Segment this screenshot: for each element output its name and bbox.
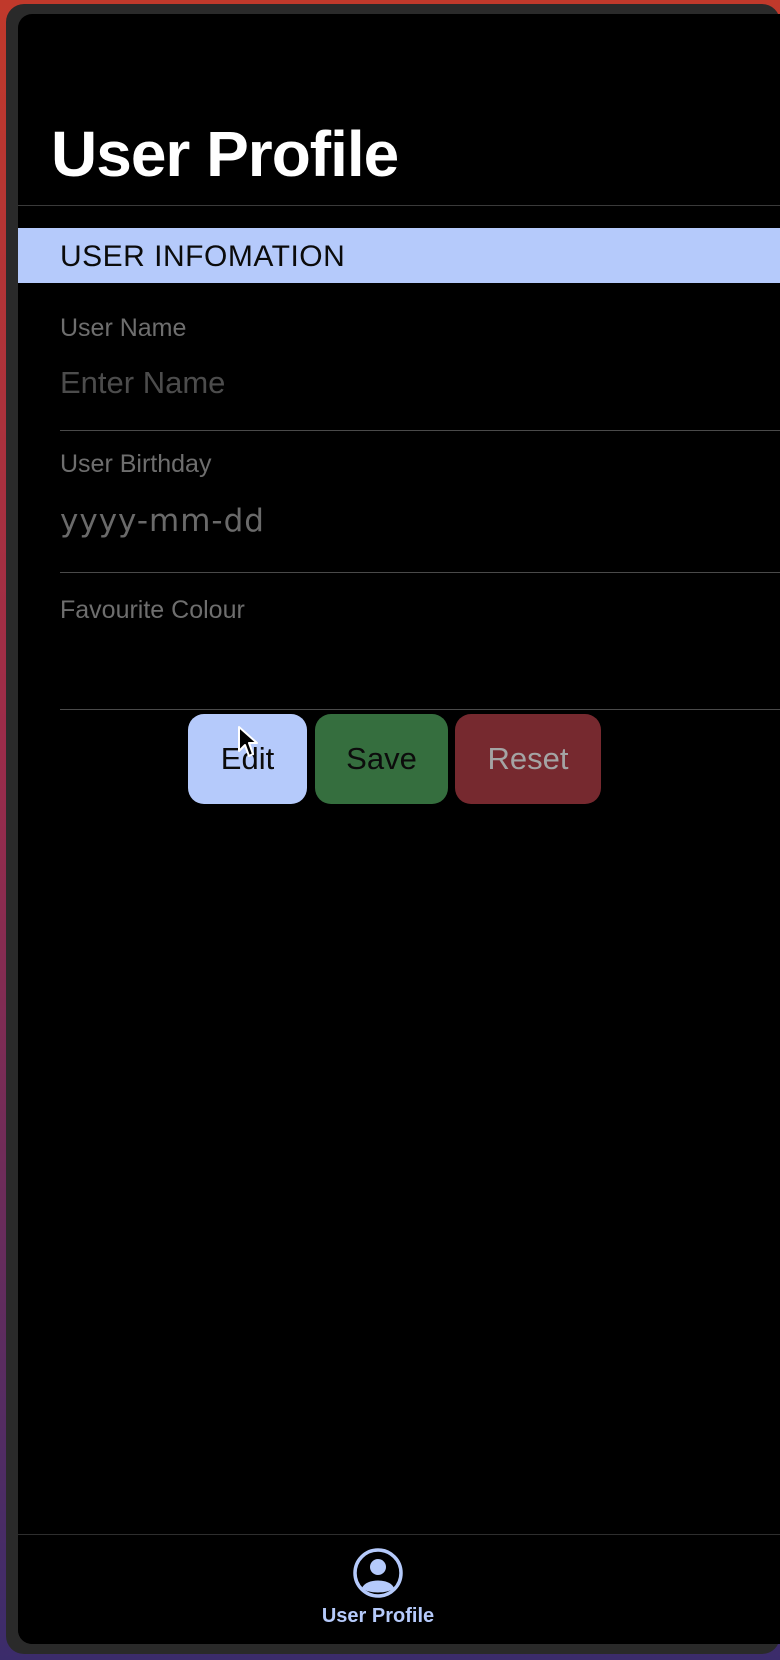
edit-button[interactable]: Edit [188,714,307,804]
user-birthday-label: User Birthday [60,450,212,478]
favourite-colour-field: Favourite Colour [60,573,780,710]
app-screen: User Profile USER INFOMATION User Name U… [18,14,780,1644]
user-name-field: User Name [60,297,780,431]
user-circle-icon [353,1548,403,1598]
action-buttons: Edit Save Reset [18,714,780,804]
page-title: User Profile [51,118,399,190]
tab-bar: User Profile [18,1534,780,1644]
tab-user-profile-label: User Profile [321,1605,435,1627]
favourite-colour-label: Favourite Colour [60,596,245,624]
save-button[interactable]: Save [315,714,448,804]
user-name-label: User Name [60,314,187,342]
device-frame: User Profile USER INFOMATION User Name U… [6,4,780,1654]
reset-button[interactable]: Reset [455,714,601,804]
tab-user-profile[interactable]: User Profile [308,1547,448,1639]
user-birthday-field: User Birthday [60,431,780,573]
user-name-input[interactable] [60,365,708,401]
favourite-colour-input[interactable] [60,645,708,681]
section-header-user-information: USER INFOMATION [18,228,780,283]
navigation-header: User Profile [18,14,780,206]
section-header-label: USER INFOMATION [60,240,346,273]
user-birthday-input[interactable] [60,503,708,539]
